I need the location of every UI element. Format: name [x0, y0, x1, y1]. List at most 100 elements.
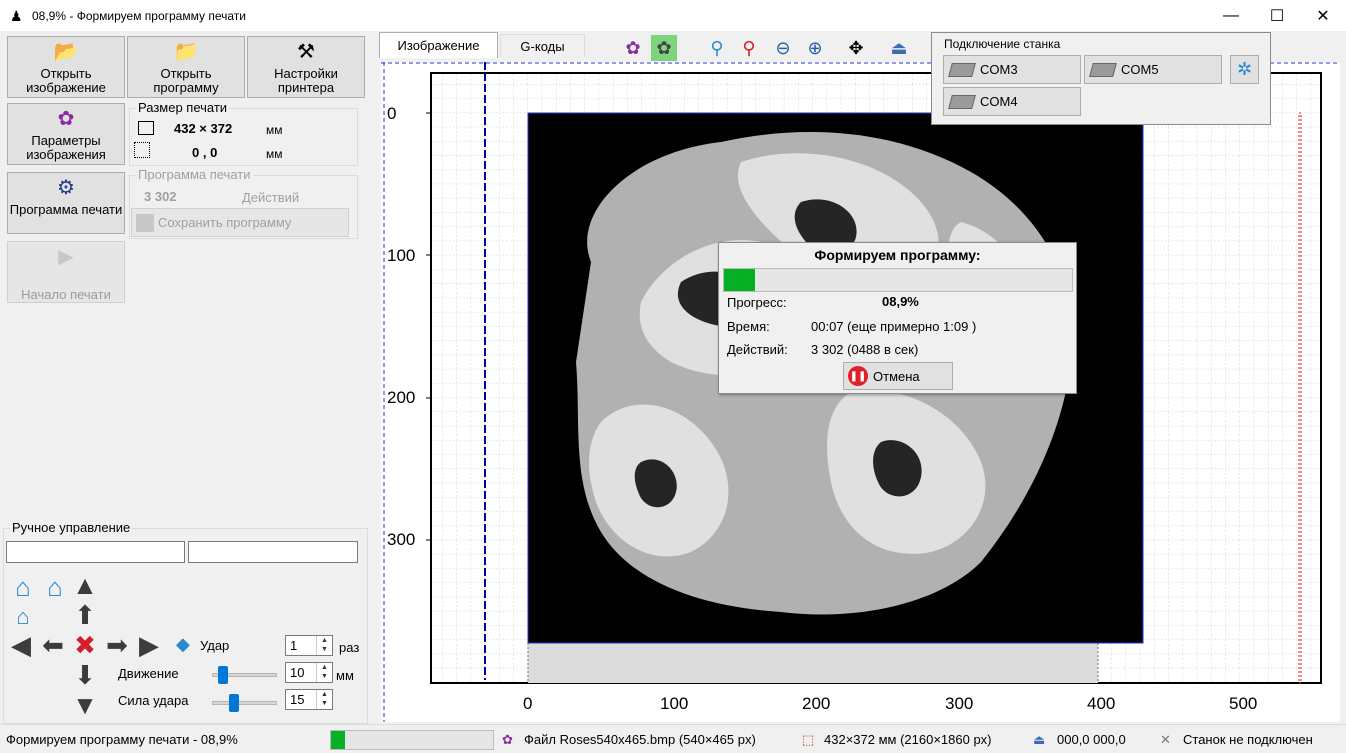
strike-spinner[interactable]: 1 ▲ ▼	[285, 635, 333, 656]
up-arrow-icon[interactable]: ⬆	[71, 600, 99, 630]
program-actions-label: Действий	[242, 190, 300, 205]
com4-label: COM4	[980, 94, 1018, 109]
strike-unit: раз	[339, 640, 360, 655]
connection-legend: Подключение станка	[944, 37, 1061, 51]
y-tick-label: 300	[387, 530, 416, 549]
zoom-in-icon[interactable]: ⊕	[802, 35, 828, 61]
zoom-area-icon[interactable]: ⚲	[736, 35, 762, 61]
fast-left-arrow-icon[interactable]: ◀	[7, 630, 35, 660]
open-program-button[interactable]: 📁 Открыть программу	[127, 36, 245, 98]
title-bar: ♟ 08,9% - Формируем программу печати	[0, 0, 1346, 31]
printer-settings-button[interactable]: ⚒ Настройки принтера	[247, 36, 365, 98]
strike-label: Удар	[200, 638, 230, 653]
move-slider-thumb[interactable]	[217, 666, 228, 684]
machine-head-icon[interactable]: ⏏	[886, 35, 912, 61]
printer-settings-label: Настройки принтера	[274, 66, 338, 95]
coords-icon: ⏏	[1033, 732, 1046, 747]
com5-label: COM5	[1121, 62, 1159, 77]
move-spinner[interactable]: 10 ▲ ▼	[285, 662, 333, 683]
time-value: 00:07 (еще примерно 1:09 )	[811, 319, 977, 334]
save-program-label: Сохранить программу	[158, 215, 292, 230]
left-arrow-icon[interactable]: ⬅	[39, 630, 67, 660]
y-tick-label: 100	[387, 246, 416, 265]
program-group: Программа печати 3 302 Действий Сохранит…	[129, 167, 358, 239]
down-arrow-icon[interactable]: ⬇	[71, 660, 99, 690]
print-size-unit: мм	[266, 123, 283, 137]
print-size-group: Размер печати 432 × 372 мм 0 , 0 мм	[129, 100, 358, 166]
serial-port-icon	[1089, 62, 1117, 77]
dialog-progress-bar	[723, 268, 1073, 292]
tab-gcode[interactable]: G-коды	[500, 34, 585, 57]
force-slider[interactable]	[212, 701, 277, 705]
force-label: Сила удара	[118, 693, 189, 708]
x-tick-label: 400	[1087, 694, 1116, 713]
actions-value: 3 302 (0488 в сек)	[811, 342, 919, 357]
status-file: Файл Roses540x465.bmp (540×465 px)	[524, 732, 756, 747]
com4-button[interactable]: COM4	[943, 87, 1081, 116]
serial-port-icon	[948, 94, 976, 109]
force-value: 15	[290, 692, 305, 707]
progress-dialog: Формируем программу: Прогресс: 08,9% Вре…	[718, 242, 1077, 394]
fast-right-arrow-icon[interactable]: ▶	[135, 630, 163, 660]
print-offset-unit: мм	[266, 147, 283, 161]
start-print-label: Начало печати	[21, 287, 111, 302]
stop-icon[interactable]: ✖	[71, 630, 99, 660]
file-icon: ✿	[502, 732, 513, 747]
fast-down-arrow-icon[interactable]: ▼	[71, 690, 99, 720]
save-icon	[136, 213, 154, 232]
status-size: 432×372 мм (2160×1860 px)	[824, 732, 992, 747]
com3-button[interactable]: COM3	[943, 55, 1081, 84]
maximize-button[interactable]: ☐	[1254, 0, 1300, 31]
image-params-icon: ✿	[57, 108, 75, 130]
program-actions-count: 3 302	[144, 189, 177, 204]
minimize-button[interactable]: —	[1208, 0, 1254, 31]
home-y-icon[interactable]: ⌂	[41, 572, 69, 602]
save-program-button[interactable]: Сохранить программу	[131, 208, 349, 237]
cancel-button[interactable]: ❚❚ Отмена	[843, 362, 953, 390]
close-window-button[interactable]: ✕	[1300, 0, 1346, 31]
open-image-button[interactable]: 📂 Открыть изображение	[7, 36, 125, 98]
start-print-button[interactable]: ▶ Начало печати	[7, 241, 125, 303]
progress-value: 08,9%	[882, 294, 919, 309]
force-spinner[interactable]: 15 ▲ ▼	[285, 689, 333, 710]
image-view-icon[interactable]: ✿	[620, 35, 646, 61]
open-image-label: Открыть изображение	[26, 66, 106, 95]
status-coords: 000,0 000,0	[1057, 732, 1126, 747]
strike-value: 1	[290, 638, 298, 653]
connection-panel: Подключение станка COM3 COM5 COM4 ✲	[931, 32, 1271, 125]
move-value: 10	[290, 665, 305, 680]
right-arrow-icon[interactable]: ➡	[103, 630, 131, 660]
force-slider-thumb[interactable]	[228, 694, 239, 712]
home-icon[interactable]: ⌂	[9, 572, 37, 602]
manual-x-field[interactable]	[6, 541, 185, 563]
size-icon	[138, 121, 154, 135]
image-params-label: Параметры изображения	[26, 133, 106, 162]
x-tick-label: 200	[802, 694, 831, 713]
open-program-label: Открыть программу	[153, 66, 219, 95]
manual-y-field[interactable]	[188, 541, 358, 563]
time-label: Время:	[727, 319, 770, 334]
tab-image[interactable]: Изображение	[379, 32, 498, 58]
folder-image-icon: 📂	[53, 41, 79, 63]
fast-up-arrow-icon[interactable]: ▲	[71, 570, 99, 600]
dialog-progress-fill	[724, 269, 755, 291]
print-program-button[interactable]: ⚙ Программа печати	[7, 172, 125, 234]
status-progress-bar	[330, 730, 494, 750]
status-text: Формируем программу печати - 08,9%	[6, 732, 238, 747]
move-pan-icon[interactable]: ✥	[843, 35, 869, 61]
zoom-fit-icon[interactable]: ⚲	[704, 35, 730, 61]
bw-view-icon[interactable]: ✿	[651, 35, 677, 61]
folder-program-icon: 📁	[173, 41, 199, 63]
home-x-icon[interactable]: ⌂	[9, 603, 37, 631]
manual-control-legend: Ручное управление	[10, 520, 133, 535]
zoom-out-icon[interactable]: ⊖	[770, 35, 796, 61]
actions-label: Действий:	[727, 342, 788, 357]
com5-button[interactable]: COM5	[1084, 55, 1222, 84]
refresh-ports-icon[interactable]: ✲	[1230, 55, 1259, 84]
progress-label: Прогресс:	[727, 295, 787, 310]
tab-image-label: Изображение	[397, 38, 480, 53]
strike-icon[interactable]: ◆	[176, 634, 190, 655]
print-size-value: 432 × 372	[174, 121, 233, 136]
image-params-button[interactable]: ✿ Параметры изображения	[7, 103, 125, 165]
x-tick-label: 100	[660, 694, 689, 713]
